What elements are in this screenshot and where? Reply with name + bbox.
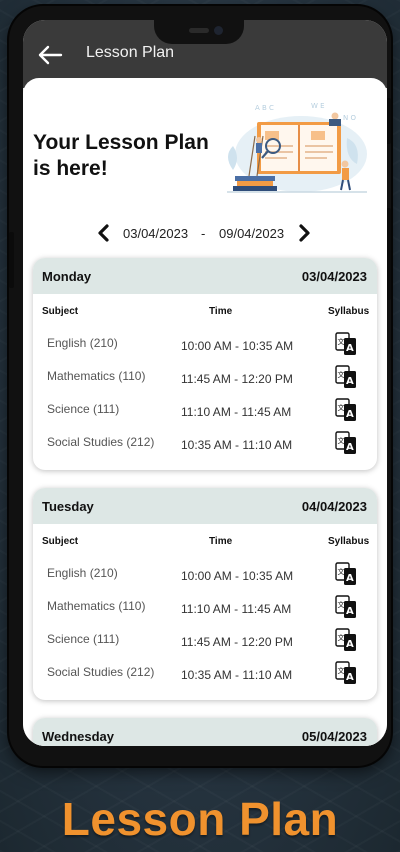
lesson-subject: Social Studies (212): [47, 435, 155, 449]
lesson-subject: Science (111): [47, 632, 120, 646]
hero-heading-line2: is here!: [33, 157, 108, 180]
svg-text:文: 文: [338, 600, 345, 609]
svg-text:文: 文: [338, 567, 345, 576]
day-name: Monday: [42, 269, 92, 284]
lesson-subject: English (210): [47, 566, 118, 580]
lesson-row: Social Studies (212) 10:35 AM - 11:10 AM…: [33, 427, 377, 460]
day-card-tuesday: Tuesday 04/04/2023 Subject Time Syllabus…: [33, 488, 377, 700]
svg-text:A B C: A B C: [255, 104, 274, 112]
svg-text:W E: W E: [311, 102, 325, 110]
svg-text:A: A: [346, 442, 354, 453]
page-title: Lesson Plan: [86, 44, 175, 61]
svg-text:A: A: [346, 376, 354, 387]
day-date: 05/04/2023: [301, 729, 367, 744]
svg-text:文: 文: [338, 403, 345, 412]
day-header: Monday 03/04/2023: [33, 258, 377, 294]
day-date: 03/04/2023: [301, 269, 367, 284]
promo-caption: Lesson Plan: [61, 793, 339, 845]
column-header-time: Time: [209, 536, 233, 547]
hero-heading: Your Lesson Plan is here!: [33, 130, 209, 182]
lesson-time: 10:35 AM - 11:10 AM: [181, 668, 293, 682]
back-button[interactable]: [37, 44, 65, 66]
week-end-date: 09/04/2023: [219, 226, 285, 241]
hero-heading-line1: Your Lesson Plan: [33, 131, 209, 154]
svg-text:A: A: [346, 672, 354, 683]
front-camera: [214, 26, 223, 35]
svg-text:文: 文: [338, 370, 345, 379]
lesson-subject: English (210): [47, 336, 118, 350]
phone-frame: Lesson Plan Your Lesson Plan is here! A …: [9, 6, 391, 766]
lesson-time: 11:10 AM - 11:45 AM: [181, 602, 292, 616]
lesson-time: 10:00 AM - 10:35 AM: [181, 569, 294, 583]
lesson-subject: Social Studies (212): [47, 665, 155, 679]
lesson-subject: Mathematics (110): [47, 599, 146, 613]
lesson-time: 11:10 AM - 11:45 AM: [181, 405, 292, 419]
column-header-subject: Subject: [42, 536, 79, 547]
lesson-row: Science (111) 11:45 AM - 12:20 PM A文: [33, 624, 377, 657]
translate-icon[interactable]: A文: [335, 595, 357, 619]
lesson-plan-illustration: A B C W E N O: [227, 102, 367, 193]
lesson-subject: Mathematics (110): [47, 369, 146, 383]
lesson-time: 10:35 AM - 11:10 AM: [181, 438, 293, 452]
svg-text:A: A: [346, 409, 354, 420]
column-header-subject: Subject: [42, 306, 79, 317]
day-date: 04/04/2023: [301, 499, 367, 514]
day-header: Tuesday 04/04/2023: [33, 488, 377, 524]
lesson-time: 11:45 AM - 12:20 PM: [181, 372, 293, 386]
day-card-monday: Monday 03/04/2023 Subject Time Syllabus …: [33, 258, 377, 470]
translate-icon[interactable]: A文: [335, 628, 357, 652]
day-card-wednesday: Wednesday 05/04/2023: [33, 718, 377, 746]
week-navigator: 03/04/2023 - 09/04/2023: [23, 218, 387, 248]
lesson-subject: Science (111): [47, 402, 120, 416]
lesson-time: 10:00 AM - 10:35 AM: [181, 339, 294, 353]
svg-text:A: A: [346, 573, 354, 584]
translate-icon[interactable]: A文: [335, 661, 357, 685]
translate-icon[interactable]: A文: [335, 562, 357, 586]
translate-icon[interactable]: A文: [335, 332, 357, 356]
screen: Lesson Plan Your Lesson Plan is here! A …: [23, 20, 387, 746]
speaker-grille: [189, 28, 209, 33]
lesson-row: Science (111) 11:10 AM - 11:45 AM A文: [33, 394, 377, 427]
date-separator: -: [201, 226, 206, 241]
phone-notch: [154, 20, 244, 44]
svg-text:文: 文: [338, 337, 345, 346]
column-header-time: Time: [209, 306, 233, 317]
svg-text:A: A: [346, 639, 354, 650]
column-header-syllabus: Syllabus: [328, 306, 370, 317]
main-content[interactable]: Your Lesson Plan is here! A B C W E N O: [23, 78, 387, 746]
lesson-row: English (210) 10:00 AM - 10:35 AM A文: [33, 328, 377, 361]
lesson-row: English (210) 10:00 AM - 10:35 AM A文: [33, 558, 377, 591]
svg-text:文: 文: [338, 436, 345, 445]
day-header: Wednesday 05/04/2023: [33, 718, 377, 746]
svg-text:A: A: [346, 606, 354, 617]
phone-side-button: [9, 232, 14, 288]
day-name: Wednesday: [42, 729, 115, 744]
translate-icon[interactable]: A文: [335, 398, 357, 422]
day-name: Tuesday: [42, 499, 94, 514]
lesson-row: Mathematics (110) 11:45 AM - 12:20 PM A文: [33, 361, 377, 394]
svg-text:文: 文: [338, 666, 345, 675]
svg-text:A: A: [346, 343, 354, 354]
lesson-time: 11:45 AM - 12:20 PM: [181, 635, 293, 649]
lesson-row: Social Studies (212) 10:35 AM - 11:10 AM…: [33, 657, 377, 690]
translate-icon[interactable]: A文: [335, 365, 357, 389]
translate-icon[interactable]: A文: [335, 431, 357, 455]
chevron-right-icon[interactable]: [295, 223, 313, 243]
chevron-left-icon[interactable]: [95, 223, 113, 243]
arrow-left-icon: [38, 45, 63, 65]
svg-text:N O: N O: [343, 114, 356, 122]
column-header-syllabus: Syllabus: [328, 536, 370, 547]
lesson-row: Mathematics (110) 11:10 AM - 11:45 AM A文: [33, 591, 377, 624]
week-start-date: 03/04/2023: [123, 226, 189, 241]
svg-text:文: 文: [338, 633, 345, 642]
